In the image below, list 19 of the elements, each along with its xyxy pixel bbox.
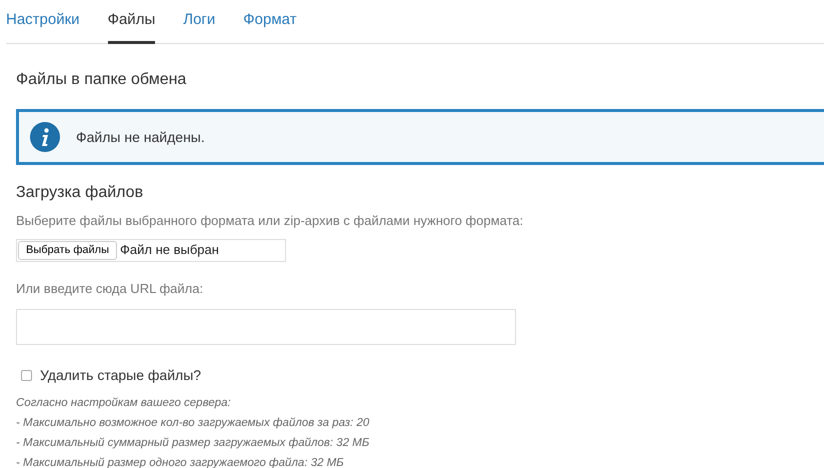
- checkbox-label: Удалить старые файлы?: [40, 366, 202, 385]
- tab[interactable]: Формат: [243, 0, 297, 44]
- file-status: Файл не выбран: [120, 241, 219, 260]
- upload-description: Выберите файлы выбранного формата или zip-архив с файлами нужного формата:: [16, 212, 524, 230]
- server-limit-note: - Максимально возможное кол-во загружаемых файлов за раз: 20: [16, 416, 370, 431]
- url-input-field[interactable]: [16, 309, 516, 345]
- tab[interactable]: Логи: [183, 0, 216, 44]
- info-icon: [30, 122, 60, 152]
- server-limit-note: - Максимальный суммарный размер загружаемых файлов: 32 МБ: [16, 436, 370, 451]
- choose-files-button[interactable]: Выбрать файлы: [18, 240, 117, 260]
- url-label: Или введите сюда URL файла:: [16, 280, 204, 298]
- upload-title: Загрузка файлов: [16, 183, 144, 203]
- tab[interactable]: Настройки: [6, 0, 80, 44]
- file-input[interactable]: Выбрать файлы Файл не выбран: [16, 238, 286, 262]
- server-limit-note: Согласно настройкам вашего сервера:: [16, 396, 232, 411]
- section-title: Файлы в папке обмена: [16, 70, 188, 90]
- alert-message: Файлы не найдены.: [76, 128, 205, 147]
- tab[interactable]: Файлы: [108, 0, 156, 44]
- checkbox[interactable]: [21, 370, 32, 381]
